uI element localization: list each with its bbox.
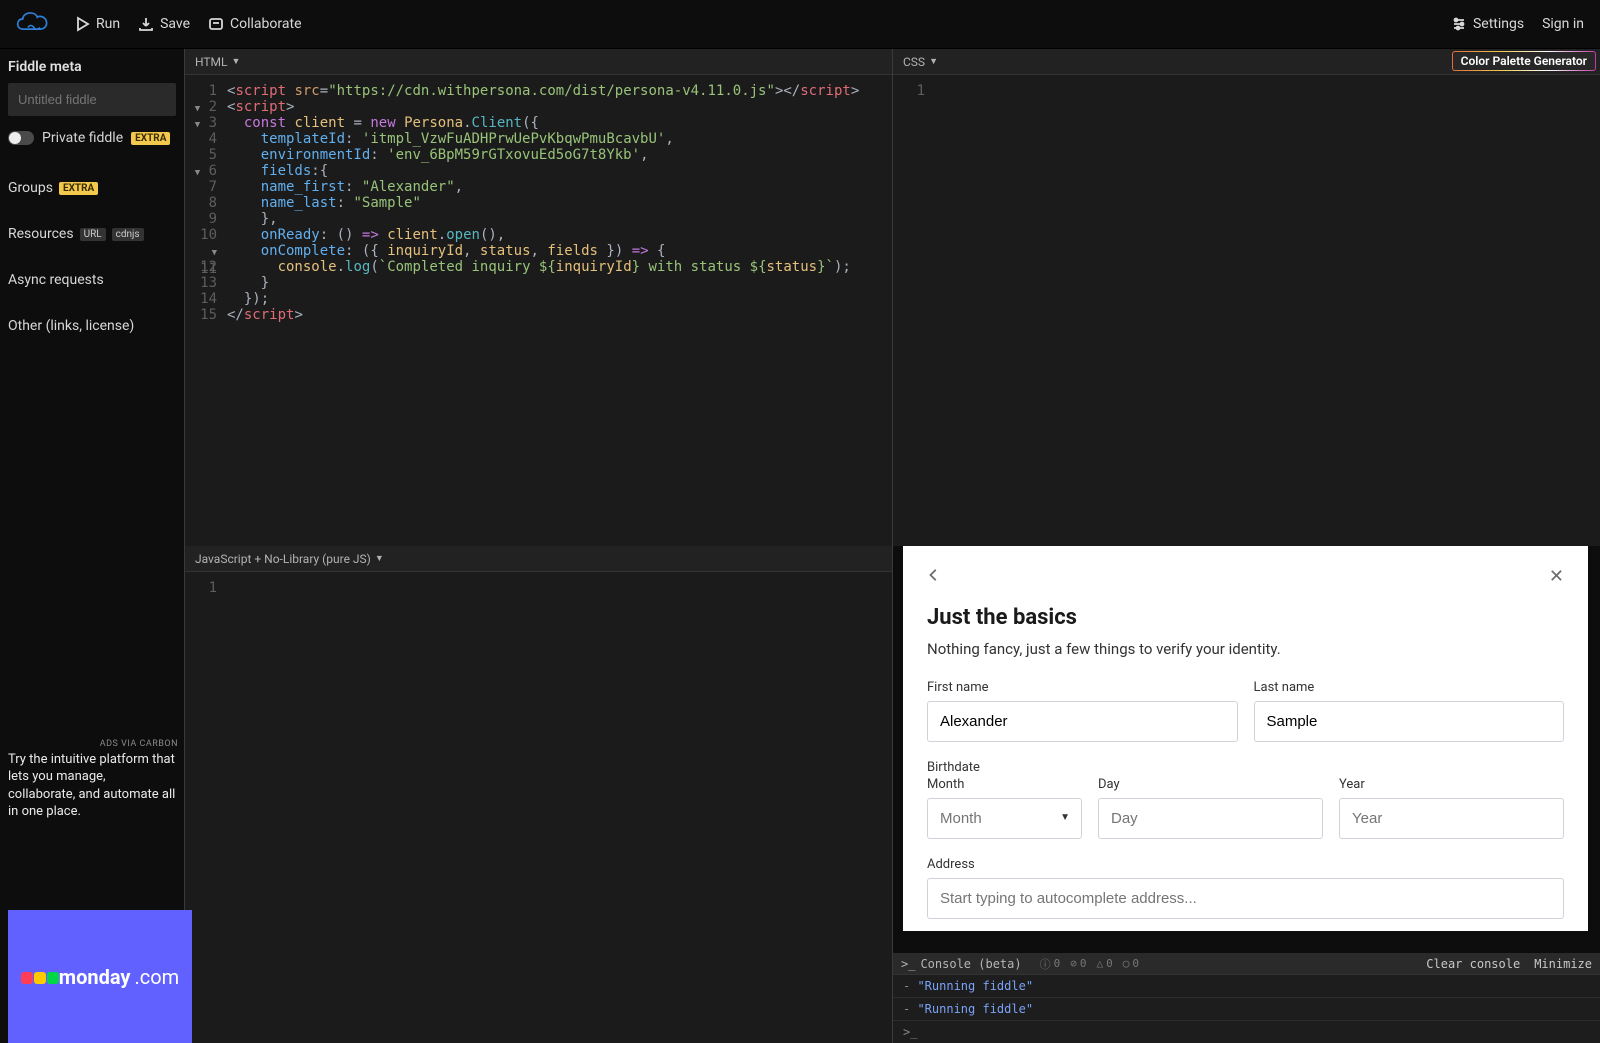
js-pane-header[interactable]: JavaScript + No-Library (pure JS)▼	[185, 546, 892, 572]
sidebar-async[interactable]: Async requests	[8, 272, 176, 288]
fiddle-title-input[interactable]	[8, 83, 176, 116]
warn-icon: △	[1096, 957, 1103, 970]
html-code: <script src="https://cdn.withpersona.com…	[223, 75, 859, 546]
ad-text[interactable]: Try the intuitive platform that lets you…	[8, 751, 176, 821]
day-label: Day	[1098, 777, 1323, 792]
console-actions: Clear console Minimize	[1426, 957, 1592, 971]
sidebar-resources[interactable]: Resources URL cdnjs	[8, 226, 176, 242]
settings-label: Settings	[1473, 16, 1524, 32]
extra-badge: EXTRA	[131, 132, 170, 145]
jsfiddle-logo[interactable]	[16, 11, 50, 37]
html-editor[interactable]: 1▼ 2▼ 345▼ 678910▼ 1112131415 <script sr…	[185, 75, 892, 546]
back-icon[interactable]	[927, 568, 941, 586]
persona-title: Just the basics	[927, 605, 1564, 630]
chevron-down-icon: ▼	[929, 56, 938, 67]
year-input[interactable]	[1339, 798, 1564, 839]
persona-widget: ✕ Just the basics Nothing fancy, just a …	[903, 546, 1588, 931]
top-right: Settings Sign in	[1451, 16, 1584, 32]
css-pane-header[interactable]: CSS▼ Color Palette Generator	[893, 49, 1600, 75]
console-line: - "Running fiddle"	[893, 975, 1600, 998]
sidebar-other[interactable]: Other (links, license)	[8, 318, 176, 334]
close-icon[interactable]: ✕	[1549, 566, 1564, 587]
address-input[interactable]	[927, 878, 1564, 919]
console: >_ Console (beta) ⓘ0 ⊘0 △0 ◯0 Clear cons…	[893, 953, 1600, 1043]
cdnjs-pill: cdnjs	[112, 228, 144, 241]
sidebar: Fiddle meta Private fiddle EXTRA Groups …	[0, 49, 184, 1043]
result-pane: ✕ Just the basics Nothing fancy, just a …	[892, 546, 1600, 1043]
save-label: Save	[160, 16, 190, 32]
url-pill: URL	[80, 228, 106, 241]
year-label: Year	[1339, 777, 1564, 792]
html-gutter: 1▼ 2▼ 345▼ 678910▼ 1112131415	[185, 75, 223, 546]
fiddle-meta-heading: Fiddle meta	[8, 59, 176, 75]
birthdate-label: Birthdate	[927, 760, 1564, 775]
day-input[interactable]	[1098, 798, 1323, 839]
last-name-input[interactable]	[1254, 701, 1565, 742]
collaborate-button[interactable]: Collaborate	[208, 16, 301, 32]
last-name-label: Last name	[1254, 680, 1565, 695]
html-pane: HTML▼ 1▼ 2▼ 345▼ 678910▼ 1112131415 <scr…	[184, 49, 892, 546]
css-gutter: 1	[893, 75, 931, 546]
console-line: - "Running fiddle"	[893, 998, 1600, 1021]
topbar: Run Save Collaborate Settings Sign in	[0, 0, 1600, 49]
collaborate-label: Collaborate	[230, 16, 301, 32]
minimize-console-button[interactable]: Minimize	[1534, 957, 1592, 971]
address-label: Address	[927, 857, 1564, 872]
terminal-icon: >_	[901, 957, 915, 971]
ad-monday[interactable]: monday.com	[8, 910, 192, 1043]
color-palette-generator-button[interactable]: Color Palette Generator	[1452, 51, 1596, 71]
month-label: Month	[927, 777, 1082, 792]
private-label: Private fiddle	[42, 130, 123, 146]
run-label: Run	[96, 16, 120, 32]
console-badges: ⓘ0 ⊘0 △0 ◯0	[1040, 956, 1139, 972]
private-fiddle-row: Private fiddle EXTRA	[8, 130, 176, 146]
console-title: >_ Console (beta)	[901, 957, 1022, 971]
workspace: Fiddle meta Private fiddle EXTRA Groups …	[0, 49, 1600, 1043]
css-editor[interactable]: 1	[893, 75, 1600, 546]
console-prompt[interactable]: >_	[893, 1021, 1600, 1043]
persona-subtitle: Nothing fancy, just a few things to veri…	[927, 640, 1564, 658]
month-select[interactable]	[927, 798, 1082, 839]
bug-icon: ◯	[1123, 957, 1130, 970]
css-code	[931, 75, 935, 546]
js-pane: JavaScript + No-Library (pure JS)▼ 1	[184, 546, 892, 1043]
html-pane-header[interactable]: HTML▼	[185, 49, 892, 75]
save-button[interactable]: Save	[138, 16, 190, 32]
signin-link[interactable]: Sign in	[1542, 16, 1584, 32]
persona-top: ✕	[927, 566, 1564, 587]
css-pane: CSS▼ Color Palette Generator 1	[892, 49, 1600, 546]
block-icon: ⊘	[1070, 957, 1077, 970]
top-actions: Run Save Collaborate	[74, 16, 302, 32]
private-toggle[interactable]	[8, 131, 34, 145]
panes: HTML▼ 1▼ 2▼ 345▼ 678910▼ 1112131415 <scr…	[184, 49, 1600, 1043]
js-code	[223, 572, 227, 1043]
first-name-input[interactable]	[927, 701, 1238, 742]
js-editor[interactable]: 1	[185, 572, 892, 1043]
first-name-label: First name	[927, 680, 1238, 695]
chevron-down-icon: ▼	[232, 56, 241, 67]
console-header: >_ Console (beta) ⓘ0 ⊘0 △0 ◯0 Clear cons…	[893, 953, 1600, 975]
ads-via-carbon[interactable]: ADS VIA CARBON	[100, 739, 178, 749]
clear-console-button[interactable]: Clear console	[1426, 957, 1520, 971]
info-icon: ⓘ	[1040, 956, 1051, 972]
chevron-down-icon: ▼	[375, 553, 384, 564]
result-embed: ✕ Just the basics Nothing fancy, just a …	[893, 546, 1600, 953]
monday-logo: monday.com	[21, 965, 179, 989]
extra-badge: EXTRA	[59, 182, 98, 195]
run-button[interactable]: Run	[74, 16, 120, 32]
sidebar-groups[interactable]: Groups EXTRA	[8, 180, 176, 196]
settings-button[interactable]: Settings	[1451, 16, 1524, 32]
